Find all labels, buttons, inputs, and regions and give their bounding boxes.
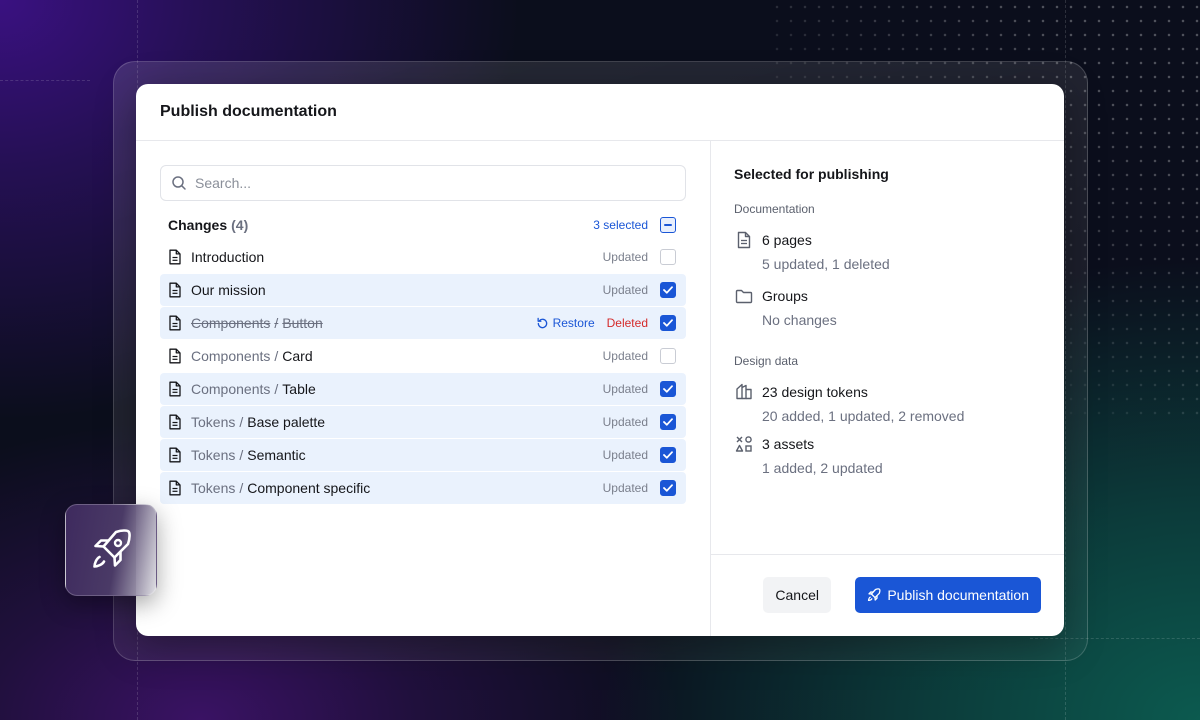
document-icon xyxy=(168,381,182,397)
row-checkbox[interactable] xyxy=(660,447,676,463)
cancel-button[interactable]: Cancel xyxy=(763,577,831,613)
documentation-label: Documentation xyxy=(734,202,815,216)
change-name: Our mission xyxy=(191,282,266,298)
path-separator: / xyxy=(239,447,244,463)
path-separator: / xyxy=(239,414,244,430)
changes-panel: Changes (4) 3 selected Introduction Updat… xyxy=(136,141,711,636)
assets-detail: 1 added, 2 updated xyxy=(762,460,883,476)
groups-detail: No changes xyxy=(762,312,837,328)
publishing-panel: Selected for publishing Documentation 6 … xyxy=(711,141,1064,636)
changes-title: Changes xyxy=(168,217,228,233)
pages-summary: 6 pages 5 updated, 1 deleted xyxy=(734,230,890,274)
row-checkbox[interactable] xyxy=(660,381,676,397)
row-checkbox[interactable] xyxy=(660,348,676,364)
changes-header: Changes (4) 3 selected xyxy=(160,211,686,239)
change-name: Card xyxy=(282,348,313,364)
restore-button[interactable]: Restore xyxy=(536,316,595,330)
tokens-summary: 23 design tokens 20 added, 1 updated, 2 … xyxy=(734,382,964,426)
status-badge: Updated xyxy=(602,481,648,495)
change-path-prefix: Components xyxy=(191,381,271,397)
change-row[interactable]: Our mission Updated xyxy=(160,274,686,306)
path-separator: / xyxy=(239,480,244,496)
path-separator: / xyxy=(274,315,279,331)
assets-count: 3 assets xyxy=(762,436,815,452)
change-row[interactable]: Components / Table Updated xyxy=(160,373,686,405)
pages-count: 6 pages xyxy=(762,232,812,248)
status-badge: Deleted xyxy=(606,316,648,330)
row-checkbox[interactable] xyxy=(660,315,676,331)
publishing-title: Selected for publishing xyxy=(734,166,889,182)
change-row[interactable]: Tokens / Base palette Updated xyxy=(160,406,686,438)
rocket-icon xyxy=(867,588,881,602)
status-badge: Updated xyxy=(602,250,648,264)
change-row[interactable]: Tokens / Component specific Updated xyxy=(160,472,686,504)
folder-icon xyxy=(734,286,754,306)
publish-button-label: Publish documentation xyxy=(887,587,1029,603)
rocket-icon xyxy=(87,526,135,574)
change-path-prefix: Tokens xyxy=(191,480,236,496)
change-row[interactable]: Introduction Updated xyxy=(160,241,686,273)
changes-count: (4) xyxy=(231,217,249,233)
document-icon xyxy=(168,282,182,298)
change-path-prefix: Tokens xyxy=(191,414,236,430)
change-path-prefix: Tokens xyxy=(191,447,236,463)
tokens-icon xyxy=(734,382,754,402)
guide-line xyxy=(0,80,90,81)
modal-footer: Cancel Publish documentation xyxy=(711,554,1064,636)
search-icon xyxy=(171,175,187,191)
select-all-checkbox[interactable] xyxy=(660,217,676,233)
change-name: Button xyxy=(282,315,323,331)
changes-list: Introduction Updated Our mission Updated Com… xyxy=(160,241,686,504)
change-name: Base palette xyxy=(247,414,326,430)
shapes-icon xyxy=(734,434,754,454)
search-input[interactable] xyxy=(195,175,675,191)
change-name: Semantic xyxy=(247,447,306,463)
row-checkbox[interactable] xyxy=(660,414,676,430)
design-data-label: Design data xyxy=(734,354,799,368)
document-icon xyxy=(168,315,182,331)
path-separator: / xyxy=(274,348,279,364)
change-row[interactable]: Components / Button Restore Deleted xyxy=(160,307,686,339)
status-badge: Updated xyxy=(602,349,648,363)
status-badge: Updated xyxy=(602,283,648,297)
path-separator: / xyxy=(274,381,279,397)
selected-count: 3 selected xyxy=(593,218,648,232)
modal-header: Publish documentation xyxy=(136,84,1064,141)
change-name: Component specific xyxy=(247,480,371,496)
document-icon xyxy=(734,230,754,250)
row-checkbox[interactable] xyxy=(660,480,676,496)
change-name: Table xyxy=(282,381,316,397)
status-badge: Updated xyxy=(602,448,648,462)
status-badge: Updated xyxy=(602,382,648,396)
groups-summary: Groups No changes xyxy=(734,286,837,330)
tokens-detail: 20 added, 1 updated, 2 removed xyxy=(762,408,965,424)
assets-summary: 3 assets 1 added, 2 updated xyxy=(734,434,883,478)
rocket-badge xyxy=(65,504,157,596)
change-row[interactable]: Tokens / Semantic Updated xyxy=(160,439,686,471)
document-icon xyxy=(168,249,182,265)
tokens-count: 23 design tokens xyxy=(762,384,868,400)
document-icon xyxy=(168,414,182,430)
status-badge: Updated xyxy=(602,415,648,429)
row-checkbox[interactable] xyxy=(660,249,676,265)
pages-detail: 5 updated, 1 deleted xyxy=(762,256,890,272)
document-icon xyxy=(168,348,182,364)
publish-modal: Publish documentation Changes (4) 3 sele… xyxy=(136,84,1064,636)
change-path-prefix: Components xyxy=(191,348,271,364)
row-checkbox[interactable] xyxy=(660,282,676,298)
change-path-prefix: Components xyxy=(191,315,271,331)
change-name: Introduction xyxy=(191,249,265,265)
change-row[interactable]: Components / Card Updated xyxy=(160,340,686,372)
search-box[interactable] xyxy=(160,165,686,201)
groups-label: Groups xyxy=(762,288,808,304)
publish-button[interactable]: Publish documentation xyxy=(855,577,1041,613)
modal-title: Publish documentation xyxy=(160,103,337,120)
document-icon xyxy=(168,480,182,496)
restore-icon xyxy=(536,317,549,330)
restore-label: Restore xyxy=(552,316,595,330)
document-icon xyxy=(168,447,182,463)
